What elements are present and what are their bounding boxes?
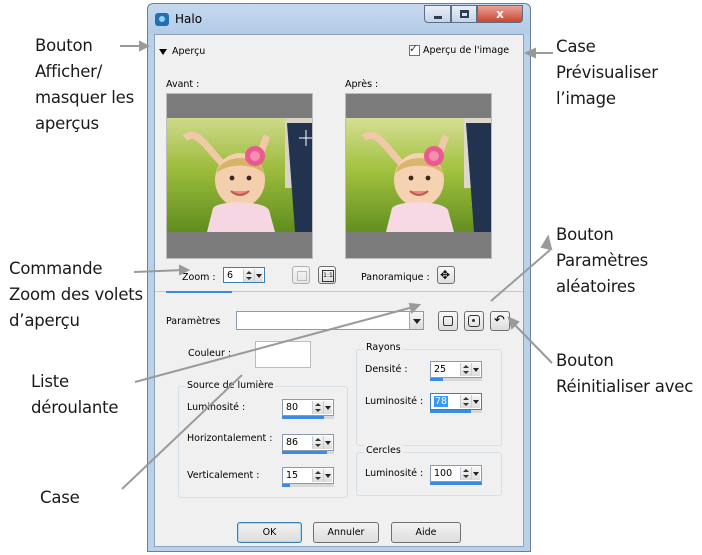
arrowhead-random — [540, 234, 553, 251]
arrowhead-preview-checkbox — [523, 47, 536, 59]
arrowhead-dropdown — [408, 302, 422, 314]
connector-checkbox — [121, 374, 243, 490]
connector-random — [490, 249, 551, 302]
callout-connectors — [120, 40, 553, 490]
connector-reset — [511, 321, 553, 364]
connector-zoom — [133, 269, 185, 273]
arrowhead-toggle-preview — [139, 40, 151, 52]
arrowhead-zoom — [179, 264, 191, 276]
connector-dropdown — [134, 305, 418, 383]
